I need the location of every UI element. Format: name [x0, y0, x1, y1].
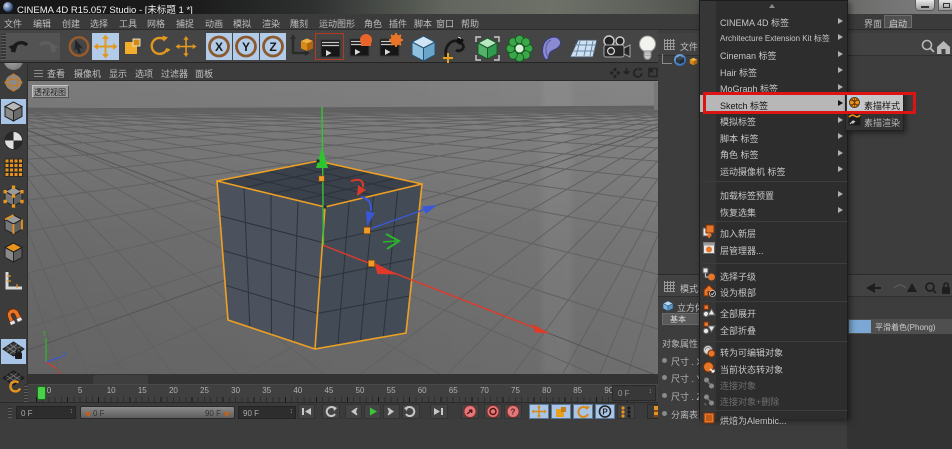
svg-text:P: P — [602, 408, 608, 417]
svg-text:Y: Y — [42, 331, 47, 338]
svg-text:Z: Z — [62, 352, 67, 359]
svg-text:Y: Y — [242, 40, 250, 54]
svg-text:?: ? — [511, 408, 516, 417]
svg-text:X: X — [215, 40, 223, 54]
svg-text:Z: Z — [269, 40, 276, 54]
